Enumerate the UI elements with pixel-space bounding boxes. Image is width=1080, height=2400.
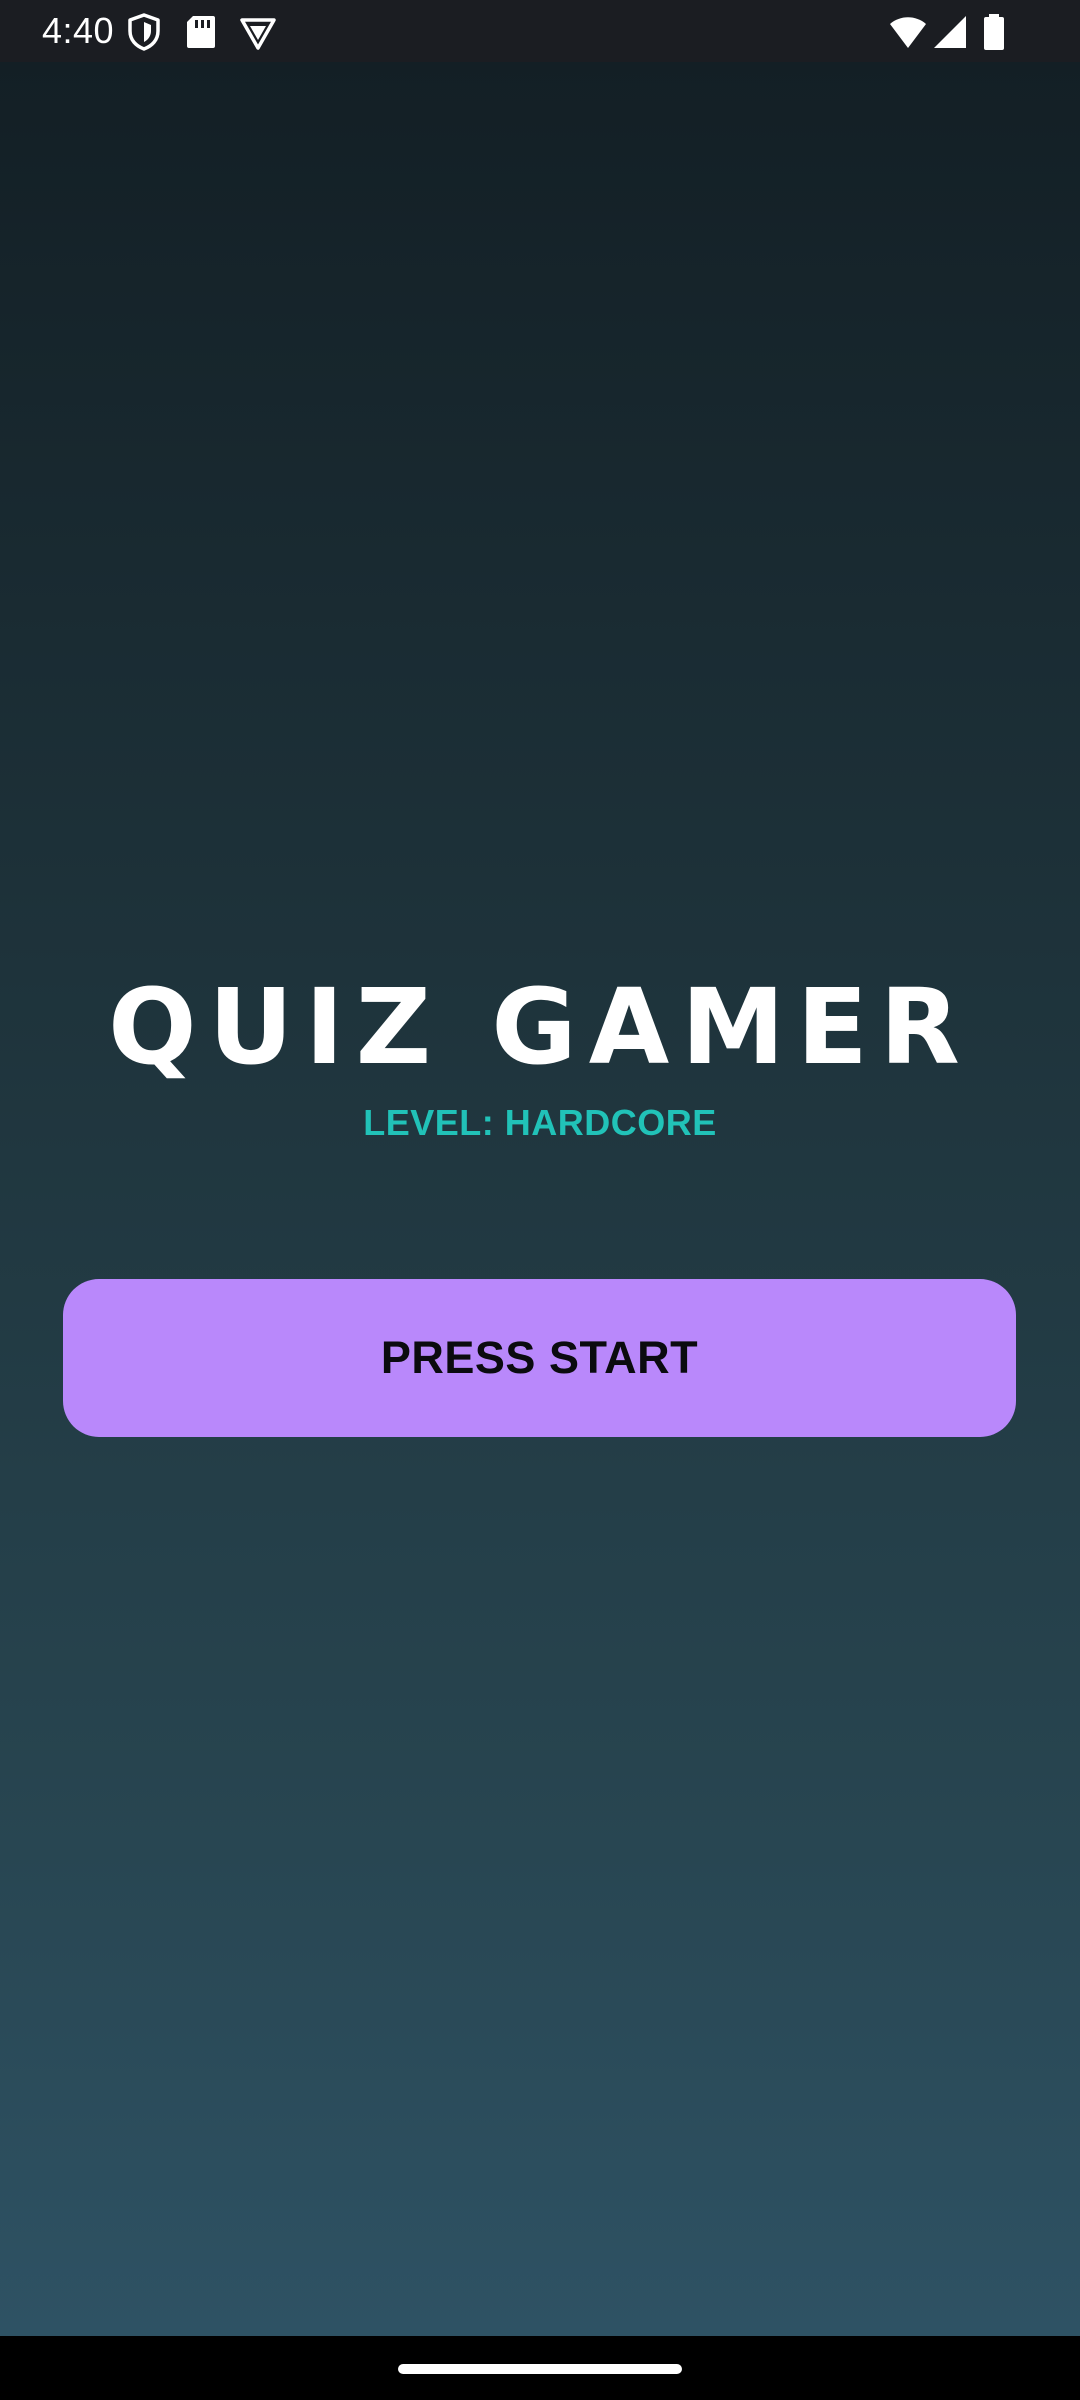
navigation-bar	[0, 2336, 1080, 2400]
app-screen: QUIZ GAMER LEVEL: HARDCORE PRESS START	[0, 62, 1080, 2336]
sd-card-icon	[181, 12, 221, 52]
game-title: QUIZ GAMER	[108, 966, 972, 1088]
press-start-button[interactable]: PRESS START	[63, 1279, 1016, 1437]
shield-icon	[124, 12, 164, 52]
cellular-signal-icon	[930, 12, 970, 52]
vpn-badge-icon	[238, 12, 278, 52]
wifi-icon	[888, 12, 928, 52]
level-label: LEVEL: HARDCORE	[363, 1102, 717, 1143]
status-time: 4:40	[42, 10, 115, 51]
screen: 4:40 QUIZ GAMER LEVEL: HARDCORE PRESS ST…	[0, 0, 1080, 2400]
home-gesture-handle[interactable]	[398, 2364, 682, 2374]
battery-icon	[976, 12, 1012, 52]
status-bar: 4:40	[0, 0, 1080, 62]
